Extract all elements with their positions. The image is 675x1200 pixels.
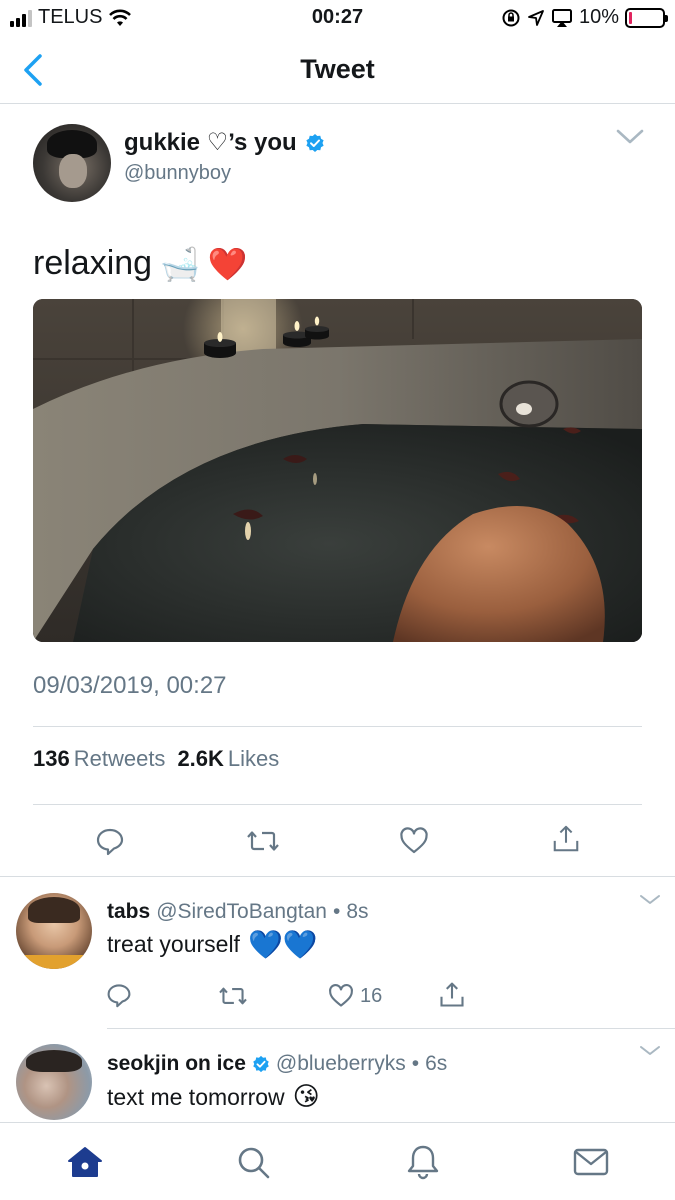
reply-avatar[interactable]: [16, 1044, 92, 1120]
orientation-lock-icon: [502, 9, 520, 26]
like-icon[interactable]: [399, 826, 429, 856]
retweet-icon[interactable]: [218, 983, 248, 1009]
location-icon: [528, 9, 544, 26]
reply-separator: •: [332, 900, 341, 923]
airplay-icon: [551, 8, 572, 27]
blue-heart-emoji: 💙: [247, 928, 283, 961]
bathtub-photo-illustration: [33, 299, 642, 642]
reply-time: 6s: [425, 1052, 448, 1075]
verified-badge-icon: [306, 133, 324, 152]
likes-count: 2.6K: [177, 746, 224, 771]
red-heart-emoji: ❤️: [207, 244, 248, 283]
retweets-label: Retweets: [73, 746, 166, 771]
reply-separator: •: [411, 1052, 420, 1075]
search-icon[interactable]: [234, 1143, 272, 1181]
home-icon[interactable]: [66, 1143, 104, 1181]
reply-author-handle[interactable]: @SiredToBangtan: [156, 900, 327, 924]
caret-down-icon[interactable]: [615, 128, 645, 146]
reply-body: text me tomorrow: [107, 1083, 285, 1110]
tweet-body: relaxing: [33, 244, 153, 282]
caret-down-icon[interactable]: [639, 893, 661, 907]
reply-body: treat yourself: [107, 931, 240, 957]
battery-icon: [625, 7, 668, 28]
author-handle[interactable]: @bunnyboy: [124, 162, 231, 185]
divider: [33, 726, 642, 727]
reply-text: text me tomorrow 😘: [107, 1082, 320, 1112]
reply-author-name[interactable]: tabs: [107, 900, 150, 924]
reply-avatar[interactable]: [16, 893, 92, 969]
page-title: Tweet: [300, 54, 375, 84]
reply-header: tabs @SiredToBangtan • 8s: [107, 900, 369, 924]
status-bar: TELUS 00:27 10%: [0, 0, 675, 36]
share-icon[interactable]: [551, 824, 581, 854]
reply-text: treat yourself 💙 💙: [107, 928, 318, 961]
author-display-name[interactable]: gukkie ♡’s you: [124, 128, 325, 157]
reply-like-count: 16: [360, 985, 383, 1007]
blue-heart-emoji: 💙: [282, 928, 318, 961]
likes-stat[interactable]: 2.6K Likes: [177, 746, 279, 772]
likes-label: Likes: [227, 746, 280, 771]
reply-author-handle[interactable]: @blueberryks: [276, 1052, 406, 1076]
author-name: gukkie ♡’s you: [124, 129, 297, 156]
retweets-stat[interactable]: 136 Retweets: [33, 746, 165, 772]
reply-author-name[interactable]: seokjin on ice: [107, 1052, 246, 1076]
kissing-face-emoji: 😘: [292, 1082, 320, 1112]
reply-header: seokjin on ice @blueberryks • 6s: [107, 1052, 447, 1076]
divider: [33, 804, 642, 805]
notifications-icon[interactable]: [404, 1143, 442, 1181]
engagement-stats: 136 Retweets 2.6K Likes: [33, 746, 279, 772]
status-right: 10%: [501, 6, 668, 29]
battery-percent: 10%: [578, 6, 619, 28]
share-icon[interactable]: [438, 981, 466, 1009]
reply-icon[interactable]: [95, 826, 125, 856]
like-icon[interactable]: [328, 983, 354, 1009]
divider: [107, 1028, 675, 1029]
bathtub-emoji: 🛁: [160, 244, 200, 283]
tab-bar: [0, 1122, 675, 1200]
nav-bar: Tweet: [0, 36, 675, 104]
tweet-text: relaxing 🛁 ❤️: [33, 244, 248, 283]
caret-down-icon[interactable]: [639, 1044, 661, 1058]
blue-heart-emojis: 💙 💙: [247, 928, 318, 961]
retweet-icon[interactable]: [246, 826, 280, 856]
tweet-timestamp: 09/03/2019, 00:27: [33, 672, 227, 699]
reply-time: 8s: [346, 900, 369, 923]
divider: [0, 876, 675, 877]
verified-badge-icon: [253, 1055, 269, 1073]
retweets-count: 136: [33, 746, 70, 771]
messages-icon[interactable]: [572, 1143, 610, 1181]
author-avatar[interactable]: [33, 124, 111, 202]
tweet-photo[interactable]: [33, 299, 642, 642]
reply-icon[interactable]: [106, 982, 132, 1008]
